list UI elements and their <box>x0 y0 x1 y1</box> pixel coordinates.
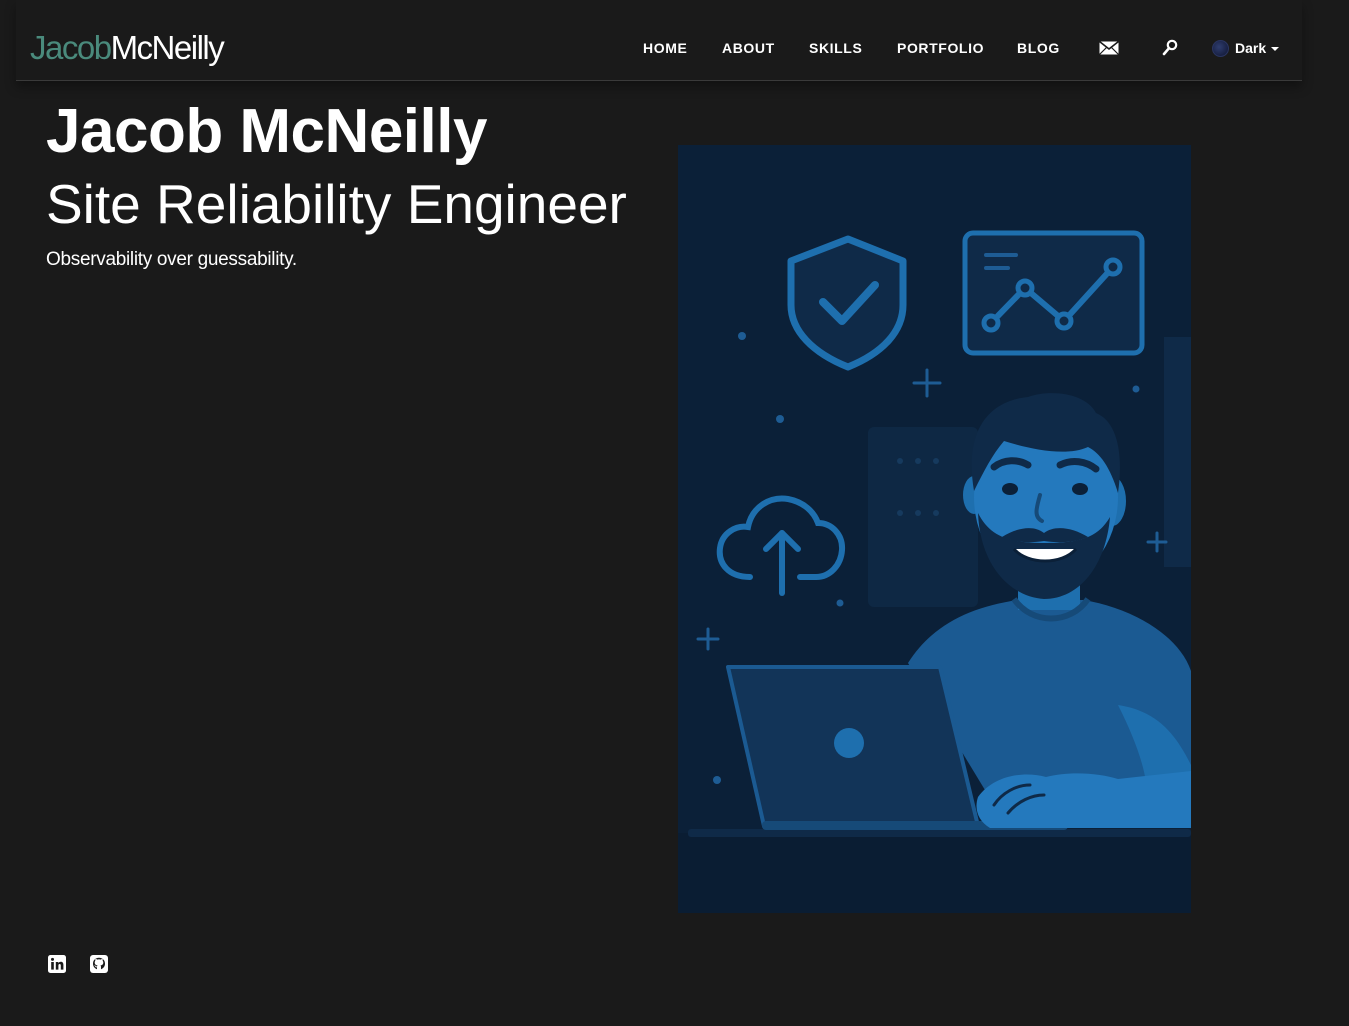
github-icon[interactable] <box>89 954 109 974</box>
engineer-with-laptop-illustration <box>678 145 1191 913</box>
top-navbar: JacobMcNeilly HOME ABOUT SKILLS PORTFOLI… <box>16 0 1302 81</box>
nav-about[interactable]: ABOUT <box>722 40 775 56</box>
hero-name: Jacob McNeilly <box>46 97 487 166</box>
hero-tagline: Observability over guessability. <box>46 249 297 270</box>
theme-dot-icon <box>1212 39 1229 57</box>
nav-blog[interactable]: BLOG <box>1017 40 1060 56</box>
nav-portfolio[interactable]: PORTFOLIO <box>897 40 984 56</box>
magnifier-icon[interactable] <box>1162 39 1178 62</box>
envelope-icon[interactable] <box>1099 40 1119 60</box>
caret-down-icon <box>1271 46 1280 51</box>
nav-skills[interactable]: SKILLS <box>809 40 862 56</box>
nav-home[interactable]: HOME <box>643 40 687 56</box>
linkedin-icon[interactable] <box>47 954 67 974</box>
hero-title: Site Reliability Engineer <box>46 173 627 235</box>
theme-switcher[interactable]: Dark <box>1212 38 1280 58</box>
theme-label: Dark <box>1235 40 1267 56</box>
main-nav: HOME ABOUT SKILLS PORTFOLIO BLOG Dark <box>16 38 1302 60</box>
